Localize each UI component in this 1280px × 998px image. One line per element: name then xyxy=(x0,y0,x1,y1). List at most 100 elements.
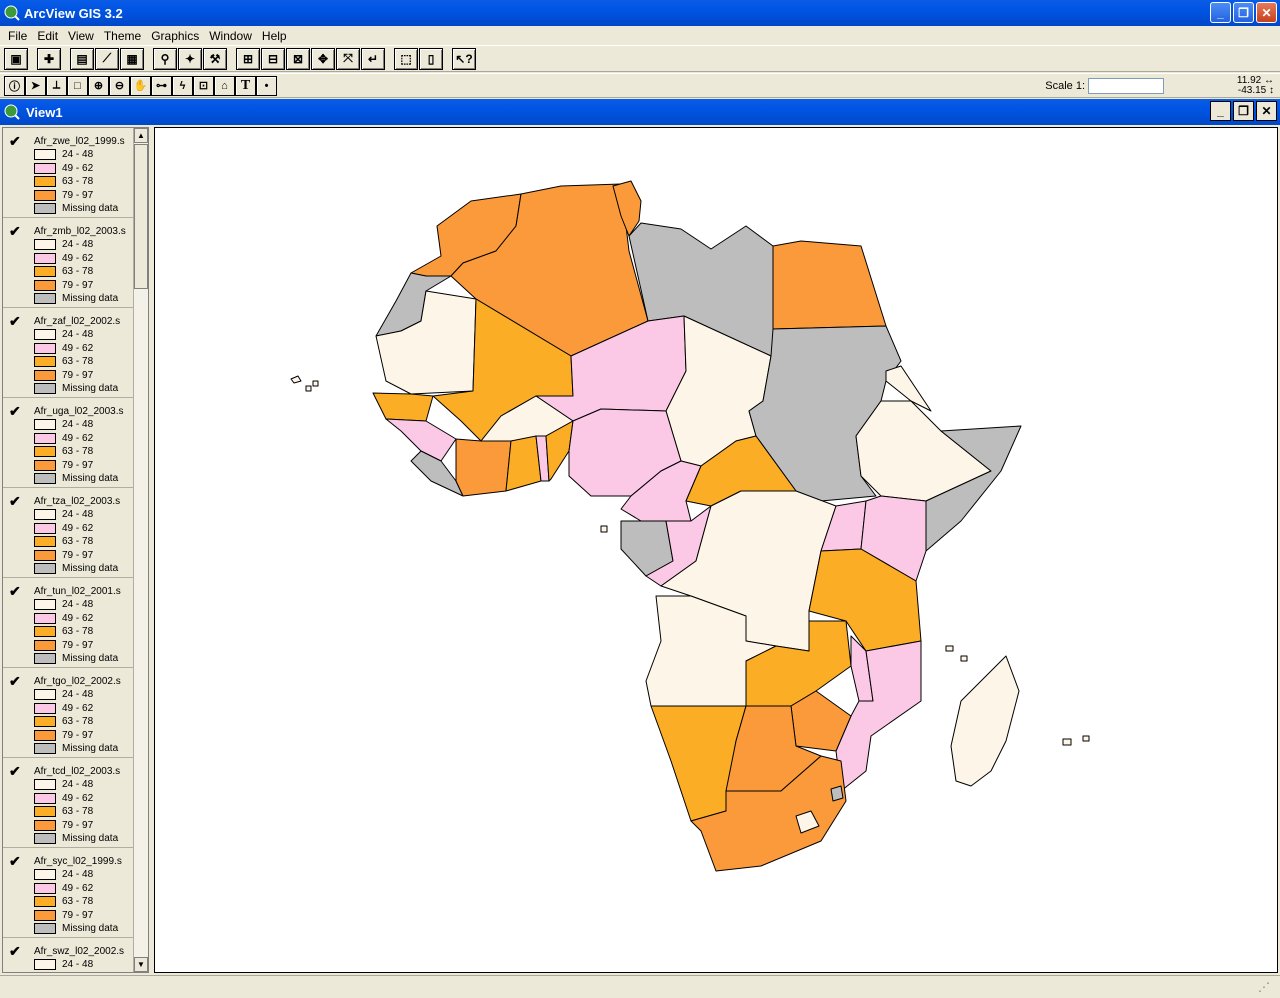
hotlink-tool[interactable]: ϟ xyxy=(172,75,193,96)
visibility-checkbox-icon[interactable]: ✔ xyxy=(9,403,21,420)
theme-name[interactable]: Afr_syc_l02_1999.s xyxy=(34,856,133,867)
visibility-checkbox-icon[interactable]: ✔ xyxy=(9,673,21,690)
visibility-checkbox-icon[interactable]: ✔ xyxy=(9,493,21,510)
toc-theme-entry[interactable]: ✔ Afr_tgo_l02_2002.s 24 - 48 49 - 62 63 - 78… xyxy=(3,668,134,758)
menu-help[interactable]: Help xyxy=(258,29,293,43)
legend-class-label: 79 - 97 xyxy=(62,639,94,651)
view-close-button[interactable]: ✕ xyxy=(1256,101,1277,121)
minimize-button[interactable]: _ xyxy=(1210,2,1231,23)
menu-file[interactable]: File xyxy=(4,29,33,43)
legend-class-label: 24 - 48 xyxy=(62,239,94,250)
toc-theme-entry[interactable]: ✔Afr_swz_l02_2002.s24 - 4849 - 6263 - 78… xyxy=(3,938,134,972)
menu-theme[interactable]: Theme xyxy=(100,29,147,43)
legend-class: 49 - 62 xyxy=(34,252,94,264)
theme-name[interactable]: Afr_tgo_l02_2002.s xyxy=(34,676,133,687)
theme-name[interactable]: Afr_zwe_l02_1999.s xyxy=(34,136,133,147)
identify-tool[interactable]: ⓘ xyxy=(4,75,25,96)
find-button[interactable]: ⚲ xyxy=(153,47,177,70)
theme-properties-button[interactable]: ▤ xyxy=(70,47,94,70)
zoom-in-tool[interactable]: ⊕ xyxy=(88,75,109,96)
theme-name[interactable]: Afr_zaf_l02_2002.s xyxy=(34,316,133,327)
visibility-checkbox-icon[interactable]: ✔ xyxy=(9,763,21,780)
region-senegal xyxy=(372,392,434,422)
edit-legend-button[interactable]: ⟋ xyxy=(95,47,119,70)
zoom-full-extent-button[interactable]: ⊞ xyxy=(236,47,260,70)
label-tool[interactable]: ⌂ xyxy=(214,75,235,96)
theme-name[interactable]: Afr_uga_l02_2003.s xyxy=(34,406,133,417)
zoom-previous-button[interactable]: ↵ xyxy=(361,47,385,70)
vertex-edit-tool[interactable]: ⟂ xyxy=(46,75,67,96)
toc-theme-entry[interactable]: ✔ Afr_syc_l02_1999.s 24 - 48 49 - 62 63 - 78… xyxy=(3,848,134,938)
theme-name[interactable]: Afr_tza_l02_2003.s xyxy=(34,496,133,507)
scroll-thumb[interactable] xyxy=(134,144,148,289)
theme-name[interactable]: Afr_tun_l02_2001.s xyxy=(34,586,133,597)
toc-theme-entry[interactable]: ✔ Afr_tun_l02_2001.s 24 - 48 49 - 62 63 - 78… xyxy=(3,578,134,668)
map-display[interactable] xyxy=(154,127,1278,973)
resize-grip-icon[interactable]: ⋰ xyxy=(1258,980,1270,994)
legend-class: 49 - 62 xyxy=(34,702,93,714)
view-restore-button[interactable]: ❐ xyxy=(1233,101,1254,121)
visibility-checkbox-icon[interactable]: ✔ xyxy=(9,133,21,150)
zoom-out-button[interactable]: ⤧ xyxy=(336,47,360,70)
zoom-selected-button[interactable]: ⊠ xyxy=(286,47,310,70)
zoom-in-button[interactable]: ✥ xyxy=(311,47,335,70)
visibility-checkbox-icon[interactable]: ✔ xyxy=(9,943,21,960)
scroll-down-button[interactable]: ▼ xyxy=(134,957,148,972)
query-builder-button[interactable]: ⚒ xyxy=(203,47,227,70)
toc-theme-entry[interactable]: ✔ Afr_tcd_l02_2003.s 24 - 48 49 - 62 63 - 78… xyxy=(3,758,134,848)
visibility-checkbox-icon[interactable]: ✔ xyxy=(9,313,21,330)
help-button[interactable]: ↖? xyxy=(452,47,476,70)
save-project-button[interactable]: ▣ xyxy=(4,47,28,70)
draw-point-tool[interactable]: • xyxy=(256,75,277,96)
menu-edit[interactable]: Edit xyxy=(33,29,64,43)
legend-class: Missing data xyxy=(34,743,118,754)
zoom-out-tool[interactable]: ⊖ xyxy=(109,75,130,96)
clear-selection-button[interactable]: ▯ xyxy=(419,47,443,70)
maximize-button[interactable]: ❐ xyxy=(1233,2,1254,23)
menu-window[interactable]: Window xyxy=(205,29,258,43)
open-table-button[interactable]: ▦ xyxy=(120,47,144,70)
toc-theme-entry[interactable]: ✔ Afr_zmb_l02_2003.s 24 - 48 49 - 62 63 - 78… xyxy=(3,218,134,308)
visibility-checkbox-icon[interactable]: ✔ xyxy=(9,583,21,600)
legend-class: 24 - 48 xyxy=(34,869,93,880)
close-button[interactable]: ✕ xyxy=(1256,2,1277,23)
toc-theme-entry[interactable]: ✔ Afr_zaf_l02_2002.s 24 - 48 49 - 62 63 - 78… xyxy=(3,308,134,398)
legend-swatch xyxy=(34,459,56,471)
table-of-contents[interactable]: ✔ Afr_zwe_l02_1999.s 24 - 48 49 - 62 63 - 78… xyxy=(2,127,149,973)
visibility-checkbox-icon[interactable]: ✔ xyxy=(9,853,21,870)
scroll-up-button[interactable]: ▲ xyxy=(134,128,148,143)
legend-class: 79 - 97 xyxy=(34,279,94,291)
toc-scrollbar[interactable]: ▲ ▼ xyxy=(133,128,148,972)
select-features-button[interactable]: ⬚ xyxy=(394,47,418,70)
region-mauritius xyxy=(1062,735,1090,746)
locate-address-button[interactable]: ✦ xyxy=(178,47,202,70)
add-theme-button[interactable]: ✚ xyxy=(37,47,61,70)
legend-class-label: 79 - 97 xyxy=(62,279,94,291)
legend-class-label: 49 - 62 xyxy=(62,252,94,264)
zoom-active-themes-button[interactable]: ⊟ xyxy=(261,47,285,70)
view-minimize-button[interactable]: _ xyxy=(1210,101,1231,121)
select-feature-tool[interactable]: □ xyxy=(67,75,88,96)
scale-input[interactable] xyxy=(1088,78,1164,94)
pointer-tool[interactable]: ➤ xyxy=(25,75,46,96)
visibility-checkbox-icon[interactable]: ✔ xyxy=(9,223,21,240)
area-of-interest-tool[interactable]: ⊡ xyxy=(193,75,214,96)
menu-graphics[interactable]: Graphics xyxy=(147,29,205,43)
toc-theme-entry[interactable]: ✔ Afr_uga_l02_2003.s 24 - 48 49 - 62 63 - 78… xyxy=(3,398,134,488)
pan-tool[interactable]: ✋ xyxy=(130,75,151,96)
app-titlebar[interactable]: ArcView GIS 3.2 _ ❐ ✕ xyxy=(0,0,1280,26)
theme-name[interactable]: Afr_swz_l02_2002.s xyxy=(34,946,133,957)
scale-label: Scale 1: xyxy=(1045,80,1085,92)
theme-name[interactable]: Afr_tcd_l02_2003.s xyxy=(34,766,133,777)
menu-view[interactable]: View xyxy=(64,29,100,43)
legend-class-label: 63 - 78 xyxy=(62,716,94,727)
text-tool[interactable]: T xyxy=(235,75,256,96)
legend-icon: ⟋ xyxy=(102,51,112,65)
toc-theme-entry[interactable]: ✔ Afr_tza_l02_2003.s 24 - 48 49 - 62 63 - 78… xyxy=(3,488,134,578)
theme-name[interactable]: Afr_zmb_l02_2003.s xyxy=(34,226,133,237)
legend-class: 63 - 78 xyxy=(34,806,93,817)
toc-theme-entry[interactable]: ✔ Afr_zwe_l02_1999.s 24 - 48 49 - 62 63 - 78… xyxy=(3,128,134,218)
legend-class-label: 24 - 48 xyxy=(62,959,94,970)
measure-tool[interactable]: ⊶ xyxy=(151,75,172,96)
view-titlebar[interactable]: View1 _ ❐ ✕ xyxy=(0,99,1280,125)
